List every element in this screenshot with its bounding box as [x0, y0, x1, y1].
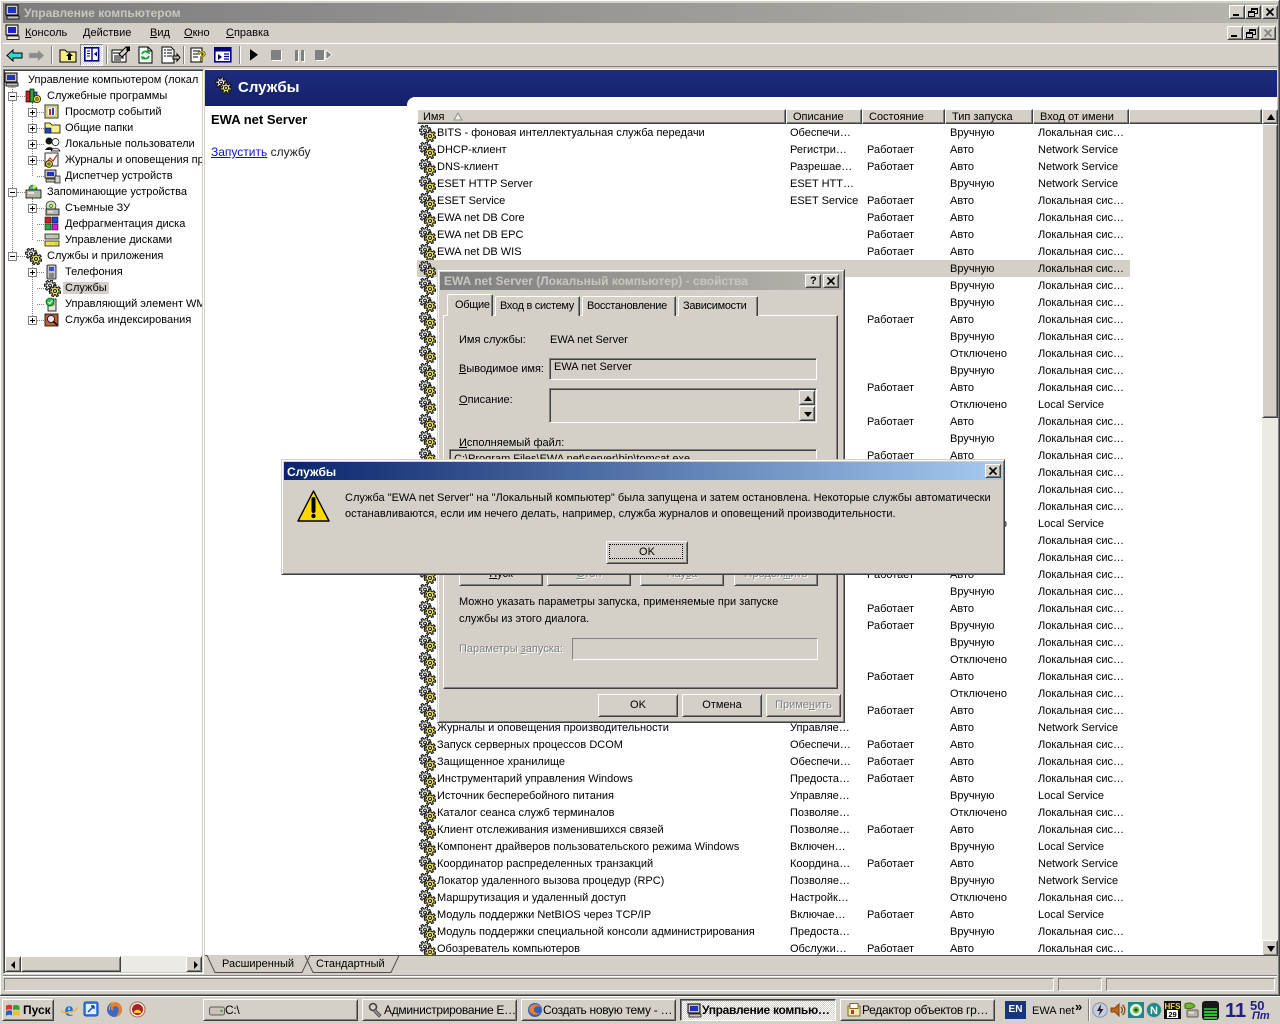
svg-text:N: N: [1150, 1005, 1158, 1017]
svg-text:e: e: [65, 1001, 74, 1018]
svg-text:29: 29: [1168, 1010, 1176, 1019]
